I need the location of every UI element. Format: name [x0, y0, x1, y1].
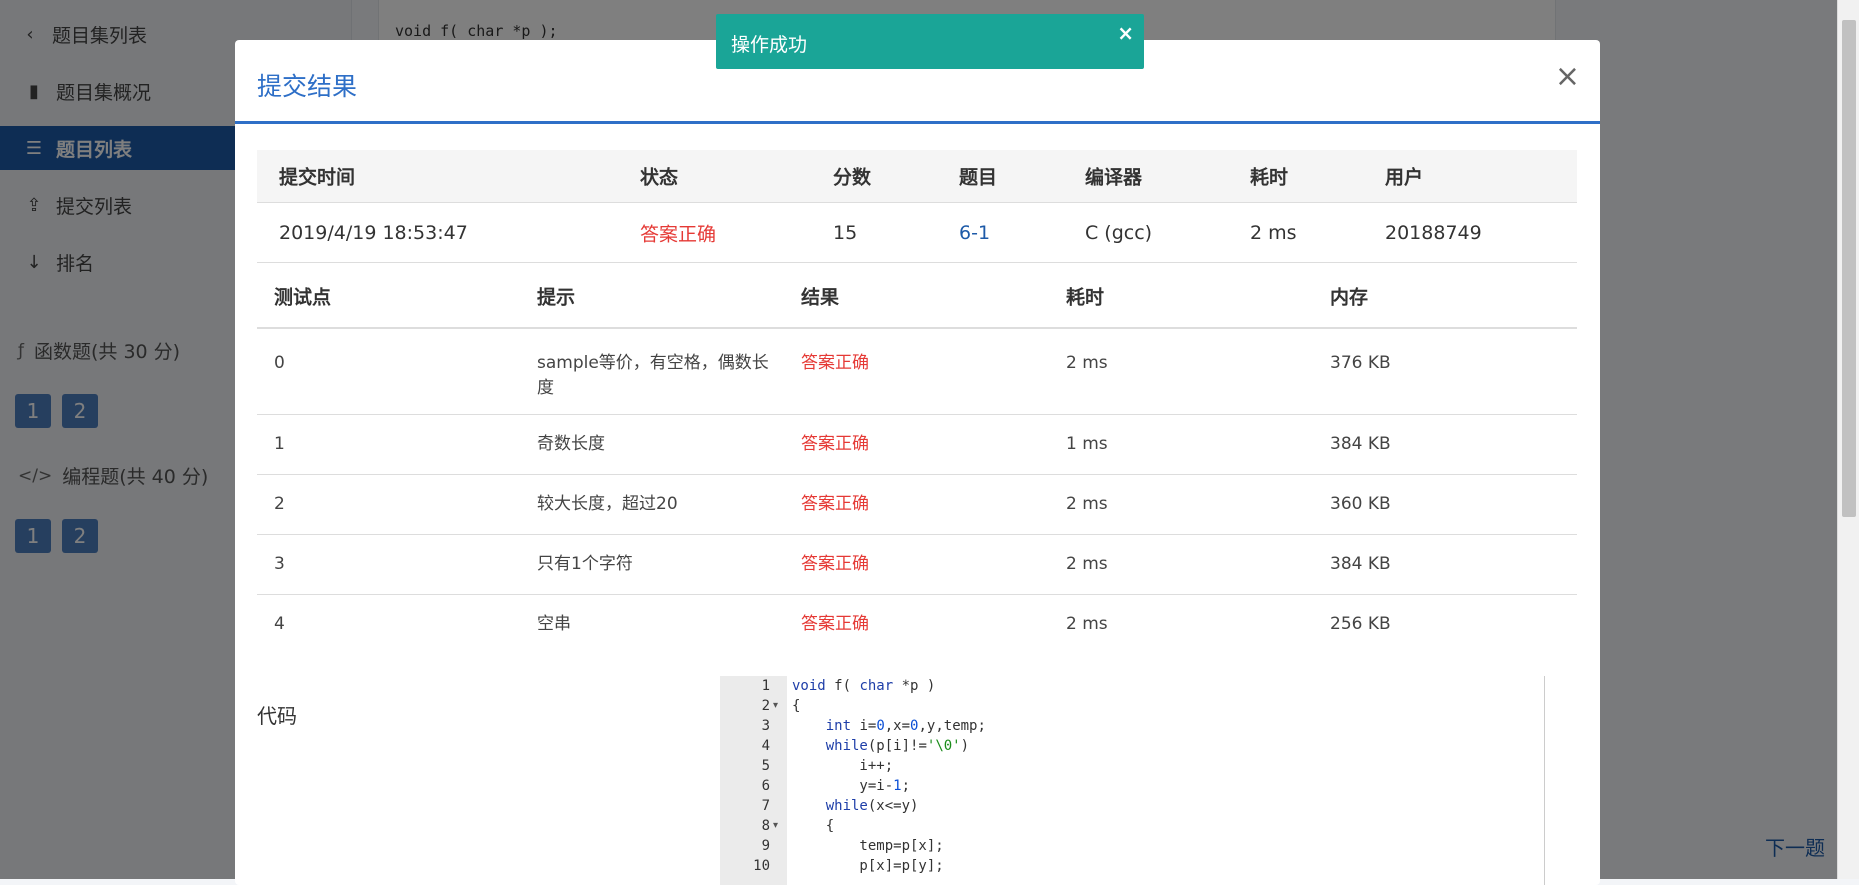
column-header: 编译器: [1085, 166, 1143, 189]
compiler-value: C (gcc): [1085, 221, 1153, 244]
code-line: void f( char *p ): [792, 678, 936, 694]
column-header: 结果: [801, 286, 840, 309]
problem-link[interactable]: 6-1: [959, 222, 990, 244]
column-header: 用户: [1385, 166, 1424, 189]
code-line: while(x<=y): [825, 798, 919, 814]
code-line: while(p[i]!='\0'): [825, 738, 970, 754]
line-number: 5: [761, 758, 770, 774]
table-row: 1 奇数长度 答案正确 1 ms 384 KB: [257, 415, 1577, 475]
line-number: 4: [761, 738, 770, 754]
line-number: 7: [761, 798, 770, 814]
code-line: temp=p[x];: [792, 838, 944, 854]
fold-arrow-icon[interactable]: ▾: [773, 816, 783, 836]
test-point: 1: [274, 434, 285, 454]
code-line: y=i-1;: [792, 778, 911, 794]
test-hint: 空串: [537, 614, 571, 634]
close-icon[interactable]: ×: [1555, 62, 1580, 92]
test-memory: 384 KB: [1330, 434, 1391, 454]
column-header: 分数: [833, 166, 872, 189]
test-hint: 较大长度，超过20: [537, 494, 678, 514]
scrollbar-thumb[interactable]: [1842, 20, 1856, 517]
test-hint: 奇数长度: [537, 434, 605, 454]
code-line: p[x]=p[y];: [792, 858, 944, 874]
test-result: 答案正确: [801, 434, 869, 454]
test-elapsed: 2 ms: [1066, 554, 1108, 574]
table-row: 2 较大长度，超过20 答案正确 2 ms 360 KB: [257, 475, 1577, 535]
table-row: 2019/4/19 18:53:47 答案正确 15 6-1 C (gcc) 2…: [257, 203, 1577, 263]
column-header: 内存: [1330, 286, 1369, 309]
score-value: 15: [833, 221, 858, 244]
table-row: 0 sample等价，有空格，偶数长度 答案正确 2 ms 376 KB: [257, 329, 1577, 415]
test-memory: 376 KB: [1330, 353, 1391, 373]
test-result: 答案正确: [801, 554, 869, 574]
table-header: 提交时间 状态 分数 题目 编译器 耗时 用户: [257, 150, 1577, 203]
test-elapsed: 1 ms: [1066, 434, 1108, 454]
test-hint: sample等价，有空格，偶数长度: [537, 353, 769, 398]
code-line: {: [792, 818, 835, 834]
test-result: 答案正确: [801, 353, 869, 373]
submission-summary-table: 提交时间 状态 分数 题目 编译器 耗时 用户 2019/4/19 18:53:…: [257, 150, 1577, 263]
user-value: 20188749: [1385, 221, 1482, 244]
test-point: 3: [274, 554, 285, 574]
line-number: 9: [761, 838, 770, 854]
test-elapsed: 2 ms: [1066, 353, 1108, 373]
code-line: i++;: [792, 758, 894, 774]
table-row: 3 只有1个字符 答案正确 2 ms 384 KB: [257, 535, 1577, 595]
table-row: 4 空串 答案正确 2 ms 256 KB: [257, 595, 1577, 655]
test-point: 4: [274, 614, 285, 634]
test-point: 0: [274, 353, 285, 373]
column-header: 题目: [959, 166, 998, 189]
test-result: 答案正确: [801, 494, 869, 514]
test-memory: 256 KB: [1330, 614, 1391, 634]
column-header: 提交时间: [279, 166, 356, 189]
code-line: int i=0,x=0,y,temp;: [825, 718, 986, 734]
column-header: 状态: [640, 166, 679, 189]
success-toast: 操作成功 ×: [716, 14, 1144, 69]
test-cases-table: 测试点 提示 结果 耗时 内存 0 sample等价，有空格，偶数长度 答案正确…: [257, 265, 1577, 655]
column-header: 提示: [537, 286, 576, 309]
test-hint: 只有1个字符: [537, 554, 633, 574]
column-header: 测试点: [274, 286, 332, 309]
line-number: 3: [761, 718, 770, 734]
fold-arrow-icon[interactable]: ▾: [773, 696, 783, 716]
line-number: 2: [761, 698, 770, 714]
close-icon[interactable]: ×: [1117, 21, 1134, 45]
line-number: 8: [761, 818, 770, 834]
column-header: 耗时: [1066, 286, 1105, 309]
modal-title: 提交结果: [257, 72, 358, 101]
test-elapsed: 2 ms: [1066, 494, 1108, 514]
test-memory: 360 KB: [1330, 494, 1391, 514]
test-memory: 384 KB: [1330, 554, 1391, 574]
test-elapsed: 2 ms: [1066, 614, 1108, 634]
code-label: 代码: [257, 704, 297, 728]
column-header: 耗时: [1250, 166, 1289, 189]
line-number: 10: [753, 858, 770, 874]
submission-result-modal: 提交结果 × 提交时间 状态 分数 题目 编译器 耗时 用户 2019/4/19…: [235, 40, 1600, 885]
test-result: 答案正确: [801, 614, 869, 634]
status-text: 答案正确: [640, 223, 717, 245]
line-number: 6: [761, 778, 770, 794]
line-number: 1: [761, 678, 770, 694]
table-header: 测试点 提示 结果 耗时 内存: [257, 265, 1577, 329]
code-editor[interactable]: 1 2 3 4 5 6 7 8 9 10 ▾ ▾ void f( char *p…: [720, 676, 1545, 885]
code-line: {: [792, 698, 801, 714]
page-scrollbar[interactable]: [1837, 0, 1859, 879]
elapsed-value: 2 ms: [1250, 221, 1297, 244]
test-point: 2: [274, 494, 285, 514]
submit-time: 2019/4/19 18:53:47: [279, 221, 468, 244]
toast-message: 操作成功: [731, 34, 808, 56]
